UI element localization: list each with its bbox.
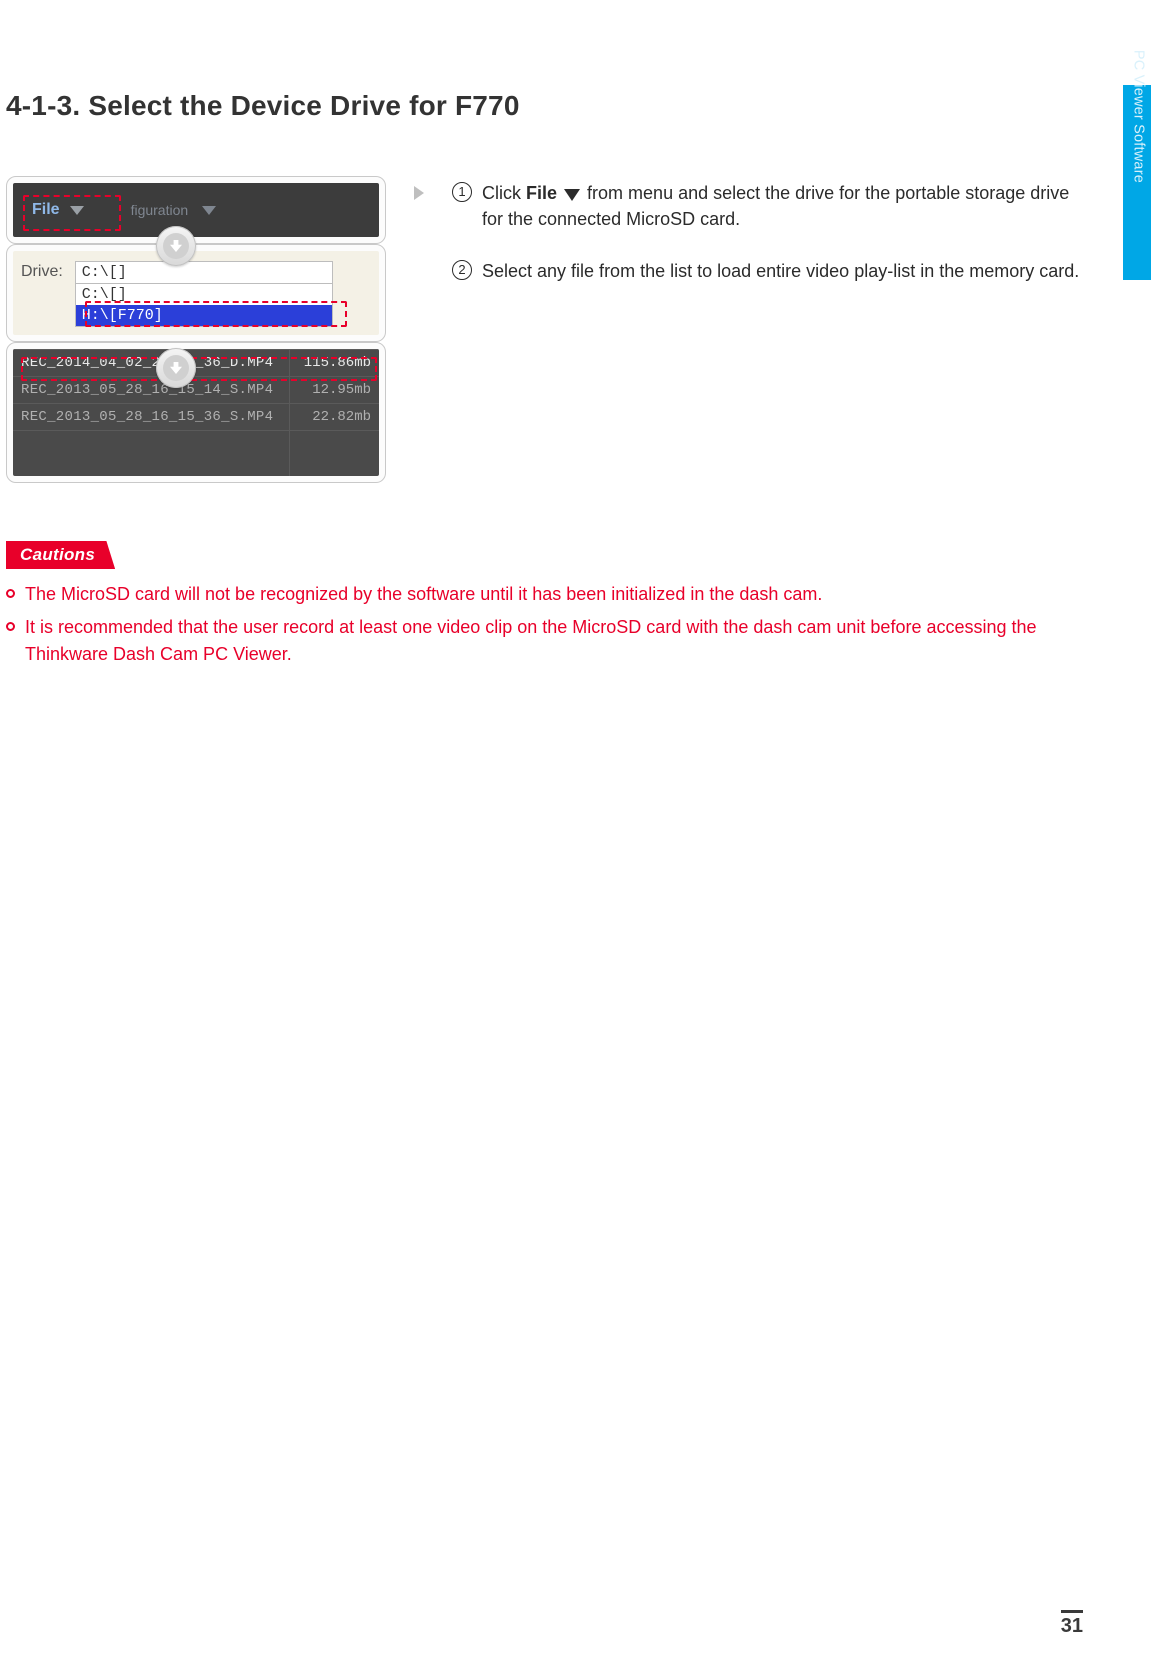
- step-number-badge: 1: [452, 182, 472, 202]
- step-text-bold: File: [526, 183, 557, 203]
- caution-item: The MicroSD card will not be recognized …: [6, 581, 1081, 608]
- file-size: 12.95mb: [289, 377, 379, 403]
- instruction-column: 1 Click File from menu and select the dr…: [452, 176, 1081, 310]
- file-row[interactable]: REC_2013_05_28_16_15_36_S.MP4 22.82mb: [13, 403, 379, 430]
- drive-selector-panel: Drive: C:\[] C:\[] H:\[F770]: [13, 251, 379, 335]
- cautions-section: Cautions The MicroSD card will not be re…: [6, 541, 1081, 668]
- cautions-list: The MicroSD card will not be recognized …: [6, 581, 1081, 668]
- step-text: Select any file from the list to load en…: [482, 258, 1079, 284]
- down-arrow-step-icon: [156, 226, 196, 266]
- drive-option[interactable]: C:\[]: [76, 284, 332, 305]
- drive-label: Drive:: [21, 261, 63, 281]
- instruction-step: 2 Select any file from the list to load …: [452, 258, 1081, 284]
- file-menu-label: File: [32, 201, 60, 219]
- caution-text: The MicroSD card will not be recognized …: [25, 581, 822, 608]
- page-number-value: 31: [1061, 1615, 1083, 1637]
- screenshot-filelist-card: REC_2014_04_02_20_33_36_D.MP4 115.86mb R…: [6, 342, 386, 483]
- step-text-part: Click: [482, 183, 526, 203]
- section-heading: 4-1-3. Select the Device Drive for F770: [6, 90, 1081, 122]
- file-menu-button[interactable]: File: [21, 196, 95, 224]
- file-name: REC_2013_05_28_16_15_14_S.MP4: [13, 382, 289, 398]
- caution-text: It is recommended that the user record a…: [25, 614, 1081, 668]
- file-name: REC_2014_04_02_20_33_36_D.MP4: [13, 355, 289, 371]
- page-number: 31: [1061, 1610, 1083, 1638]
- chapter-side-tab-text: 04 PC Viewer Software: [1131, 27, 1147, 183]
- bullet-icon: [6, 589, 15, 598]
- drive-combobox[interactable]: C:\[] C:\[] H:\[F770]: [75, 261, 333, 327]
- file-list: REC_2014_04_02_20_33_36_D.MP4 115.86mb R…: [13, 349, 379, 476]
- down-arrow-step-icon: [156, 348, 196, 388]
- cautions-heading: Cautions: [6, 541, 115, 569]
- configuration-menu-label: figuration: [131, 202, 189, 218]
- drive-selected-value: C:\[]: [76, 262, 332, 284]
- app-toolbar: File figuration: [13, 183, 379, 237]
- chapter-side-tab: 04PC Viewer Software: [1123, 85, 1151, 280]
- chapter-number: 04: [1131, 27, 1147, 44]
- chevron-down-icon: [70, 206, 84, 215]
- caution-item: It is recommended that the user record a…: [6, 614, 1081, 668]
- step-text: Click File from menu and select the driv…: [482, 180, 1081, 232]
- triangle-down-icon: [564, 189, 580, 201]
- chevron-down-icon: [202, 206, 216, 215]
- file-row[interactable]: REC_2014_04_02_20_33_36_D.MP4 115.86mb: [13, 349, 379, 376]
- file-row[interactable]: REC_2013_05_28_16_15_14_S.MP4 12.95mb: [13, 376, 379, 403]
- pointer-right-icon: [414, 186, 424, 200]
- file-row-empty: [13, 430, 379, 476]
- screenshot-illustration: File figuration Drive:: [6, 176, 386, 483]
- configuration-menu-button[interactable]: figuration: [131, 202, 217, 218]
- instruction-step: 1 Click File from menu and select the dr…: [452, 180, 1081, 232]
- step-number-badge: 2: [452, 260, 472, 280]
- screenshot-toolbar-card: File figuration: [6, 176, 386, 244]
- chapter-title: PC Viewer Software: [1131, 50, 1147, 183]
- file-name: REC_2013_05_28_16_15_36_S.MP4: [13, 409, 289, 425]
- screenshot-drive-card: Drive: C:\[] C:\[] H:\[F770]: [6, 244, 386, 342]
- file-size: 115.86mb: [289, 350, 379, 376]
- drive-option[interactable]: H:\[F770]: [76, 305, 332, 326]
- bullet-icon: [6, 622, 15, 631]
- file-size: 22.82mb: [289, 404, 379, 430]
